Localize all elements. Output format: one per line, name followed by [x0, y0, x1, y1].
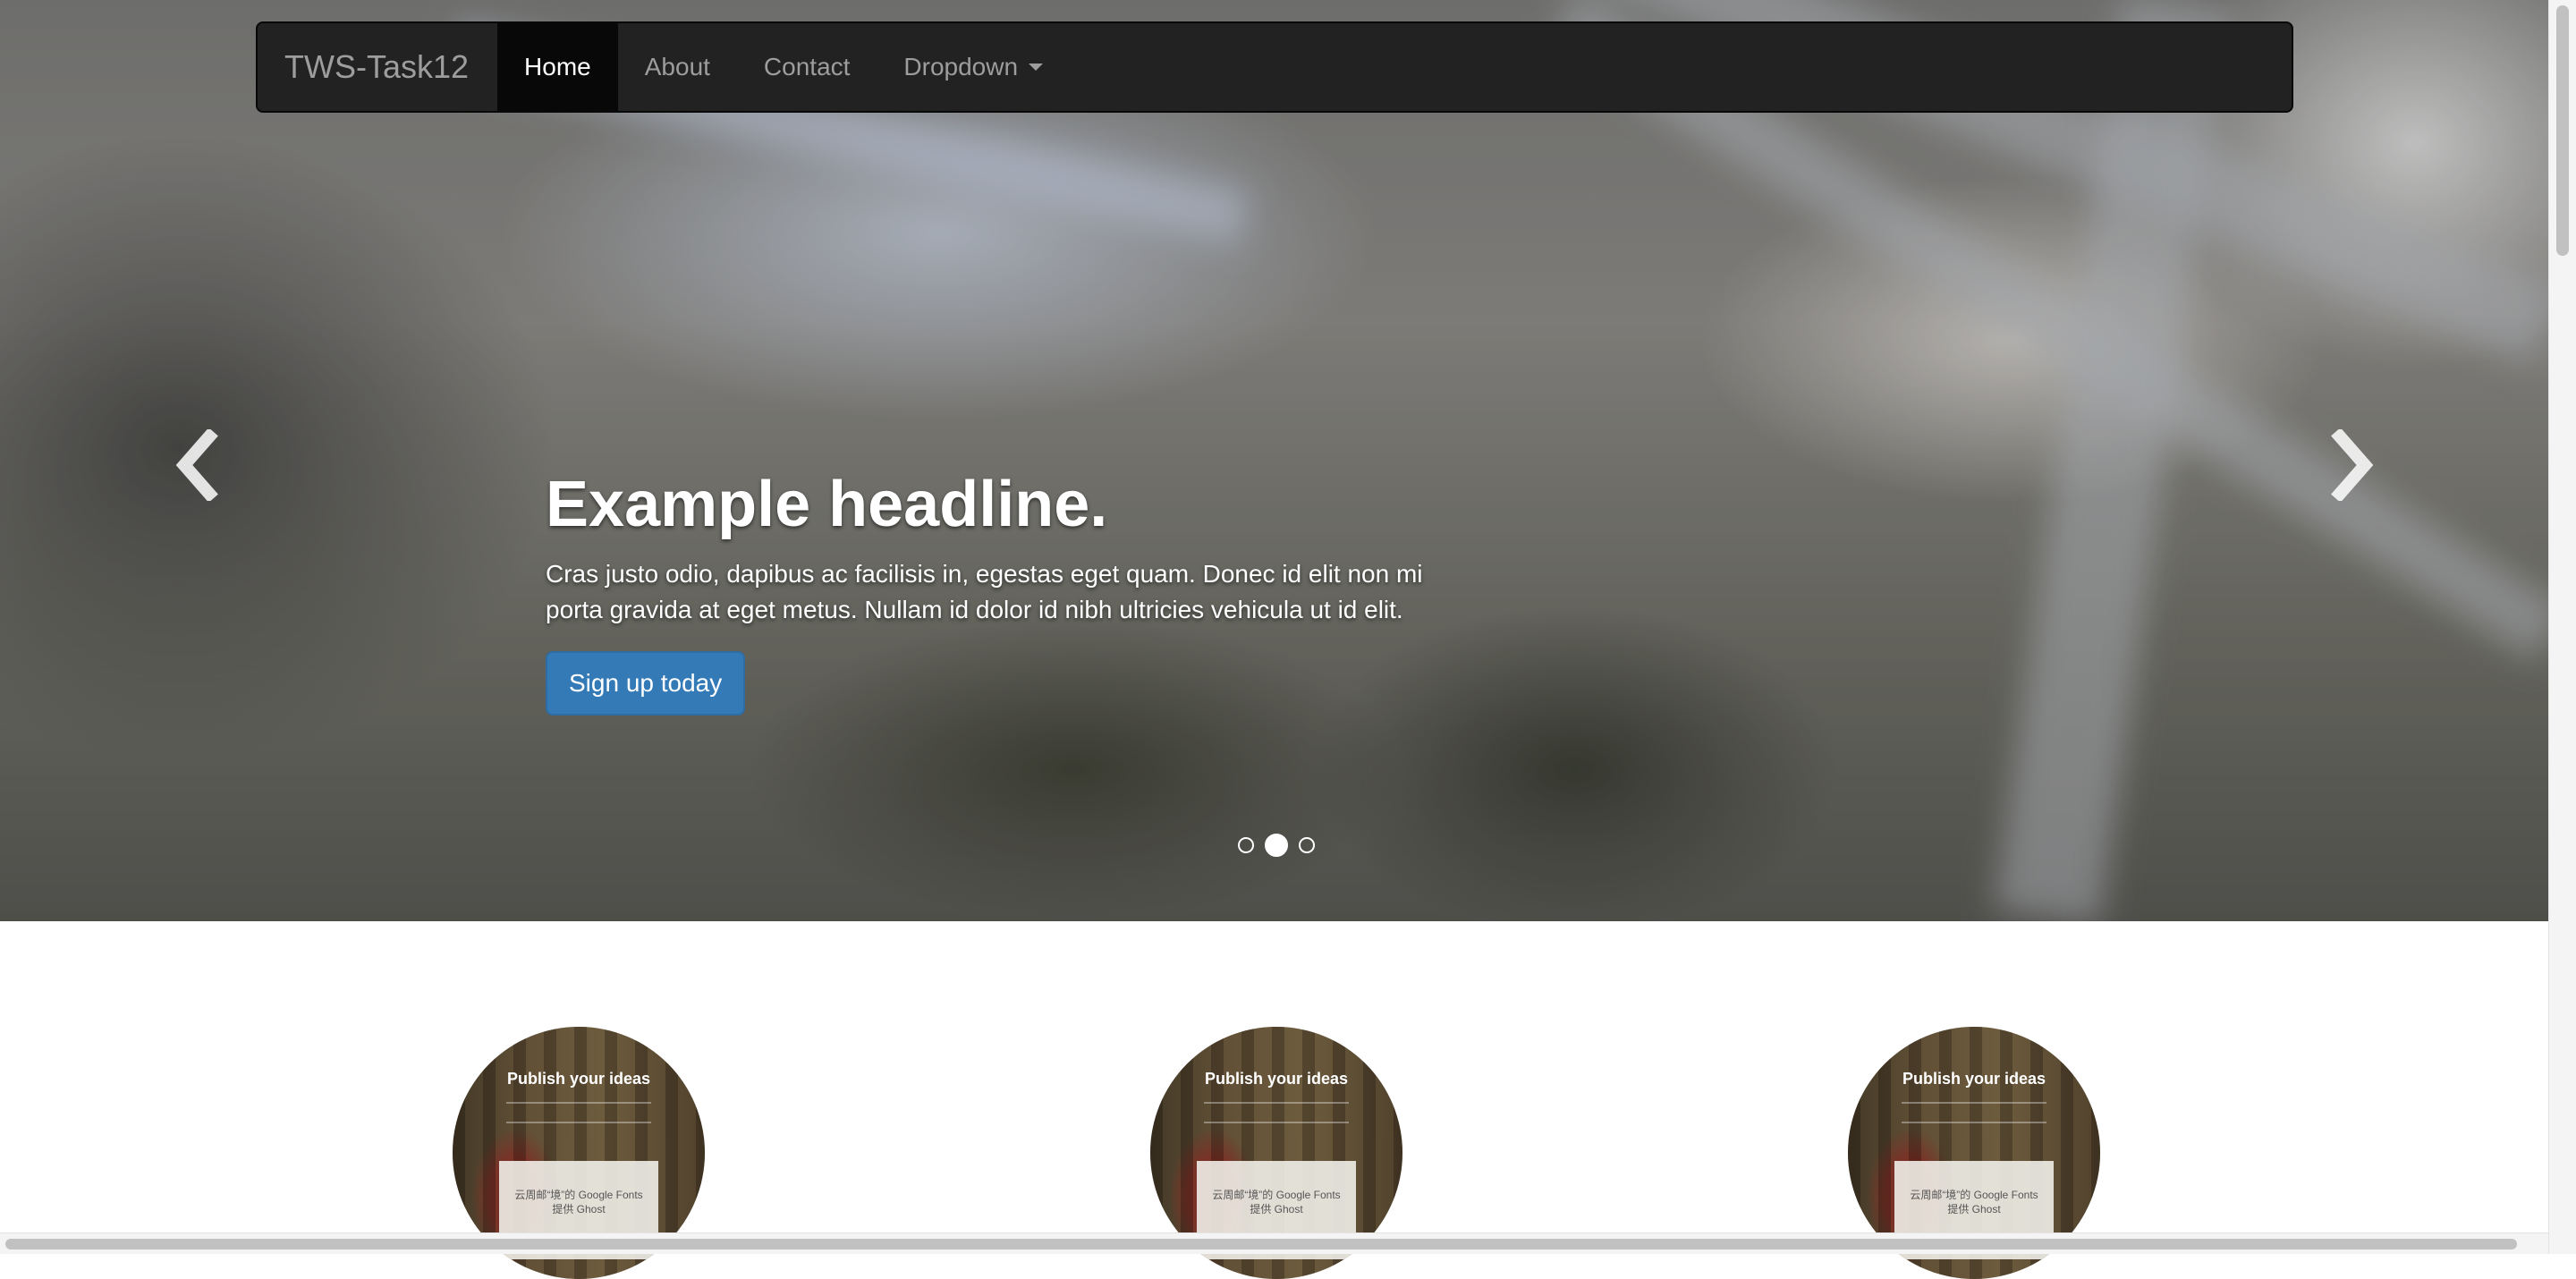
carousel-indicator-active[interactable] [1265, 834, 1288, 857]
carousel-indicators [1236, 834, 1317, 857]
carousel-caption: Example headline. Cras justo odio, dapib… [546, 465, 1485, 716]
nav-item-about[interactable]: About [618, 23, 737, 111]
nav-item-dropdown[interactable]: Dropdown [877, 23, 1070, 111]
horizontal-scrollbar-thumb[interactable] [5, 1239, 2517, 1249]
navbar: TWS-Task12 Home About Contact Dropdown [256, 21, 2293, 113]
carousel-indicator[interactable] [1299, 837, 1315, 853]
image-divider [506, 1102, 651, 1123]
carousel-indicator[interactable] [1238, 837, 1254, 853]
chevron-left-icon [175, 428, 218, 503]
caret-down-icon [1029, 64, 1044, 71]
nav-item-contact[interactable]: Contact [737, 23, 877, 111]
image-divider [1902, 1102, 2046, 1123]
navbar-brand[interactable]: TWS-Task12 [258, 23, 497, 111]
carousel: Example headline. Cras justo odio, dapib… [0, 0, 2548, 921]
chevron-right-icon [2331, 428, 2374, 503]
nav-item-home[interactable]: Home [497, 23, 618, 111]
carousel-overlay [0, 0, 2548, 921]
image-divider [1204, 1102, 1349, 1123]
vertical-scrollbar[interactable] [2548, 0, 2576, 1254]
carousel-next-button[interactable] [2308, 420, 2397, 510]
sign-up-button[interactable]: Sign up today [546, 651, 746, 716]
image-headline: Publish your ideas [1902, 1070, 2046, 1088]
image-headline: Publish your ideas [506, 1070, 651, 1088]
carousel-headline: Example headline. [546, 469, 1108, 540]
dropdown-label: Dropdown [903, 53, 1019, 80]
carousel-body: Cras justo odio, dapibus ac facilisis in… [546, 560, 1423, 623]
vertical-scrollbar-thumb[interactable] [2556, 5, 2569, 256]
horizontal-scrollbar[interactable] [0, 1232, 2548, 1254]
image-headline: Publish your ideas [1204, 1070, 1349, 1088]
carousel-prev-button[interactable] [152, 420, 242, 510]
